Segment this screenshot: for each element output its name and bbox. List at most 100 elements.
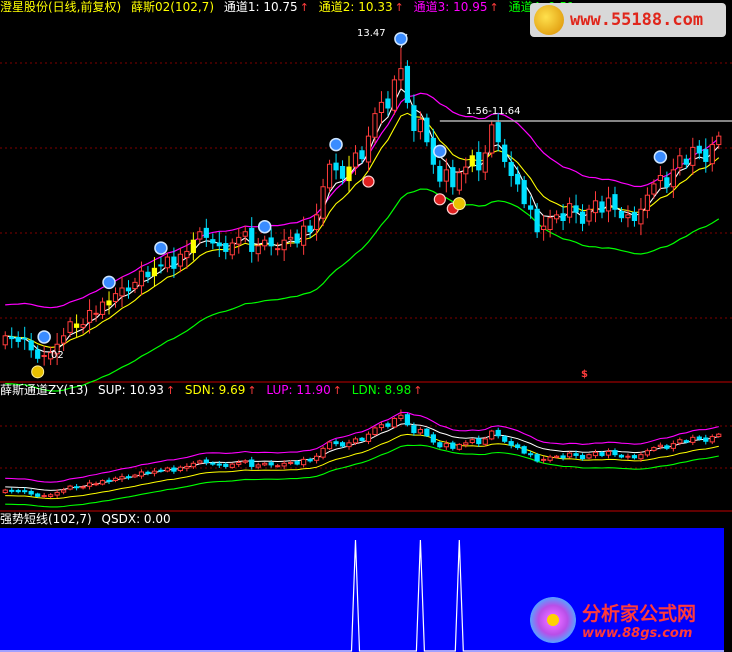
price-candle-body bbox=[534, 208, 540, 233]
channel3-line bbox=[5, 92, 720, 309]
indicator-candle-body bbox=[450, 442, 456, 449]
price-candle-body bbox=[294, 233, 300, 244]
indicator-candle-body bbox=[197, 460, 203, 464]
indicator-candle-body bbox=[521, 446, 527, 454]
indicator-candle-body bbox=[184, 465, 190, 469]
price-candle-body bbox=[579, 211, 586, 224]
price-candle-body bbox=[184, 250, 190, 259]
price-candle-body bbox=[417, 118, 423, 133]
price-candle-body bbox=[476, 151, 482, 171]
indicator-candle-body bbox=[339, 442, 346, 447]
qsdx-panel-name: 强势短线(102,7) bbox=[0, 512, 92, 526]
price-candle-body bbox=[378, 101, 385, 113]
price-candle-body bbox=[404, 65, 411, 103]
buy-signal-ball-icon bbox=[257, 219, 272, 234]
price-candle-body bbox=[171, 256, 177, 269]
indicator-candle-body bbox=[566, 452, 573, 458]
coin-logo-icon bbox=[534, 5, 564, 35]
indicator-candle-body bbox=[326, 441, 333, 450]
indicator-candle-body bbox=[716, 433, 722, 438]
indicator-candle-body bbox=[476, 438, 482, 445]
price-candle-body bbox=[145, 271, 151, 278]
money-bag-icon bbox=[31, 365, 45, 379]
indicator-candle-body bbox=[2, 489, 8, 494]
indicator-candle-body bbox=[657, 444, 663, 448]
price-candle-body bbox=[262, 239, 268, 247]
indicator-candle-body bbox=[112, 477, 119, 481]
price-candle-body bbox=[521, 180, 527, 205]
indicator-candle-body bbox=[294, 461, 300, 465]
price-candle-body bbox=[508, 162, 514, 176]
indicator-candle-body bbox=[54, 491, 60, 496]
indicator-candle-body bbox=[618, 454, 625, 458]
indicator-candle-body bbox=[644, 450, 651, 456]
indicator-candle-body bbox=[677, 439, 683, 444]
indicator-candle-body bbox=[625, 455, 631, 458]
price-candle-body bbox=[281, 239, 287, 251]
indicator-candle-body bbox=[599, 452, 605, 456]
price-candle-body bbox=[268, 237, 274, 247]
price-candle-body bbox=[275, 248, 281, 251]
indicator-candle-body bbox=[430, 434, 436, 443]
indicator-candle-body bbox=[171, 467, 177, 472]
price-candle-body bbox=[709, 144, 715, 165]
indicator-header: 薛斯通道ZY(13) SUP: 10.93 ↑ SDN: 9.69 ↑ LUP: 1… bbox=[0, 383, 428, 398]
price-candle-body bbox=[450, 167, 456, 188]
price-candle-body bbox=[657, 175, 663, 182]
price-candle-body bbox=[223, 243, 229, 252]
price-candle-body bbox=[716, 135, 722, 146]
price-candle-body bbox=[683, 158, 689, 165]
price-candle-body bbox=[93, 312, 99, 315]
indicator-candle-body bbox=[398, 414, 404, 419]
price-candle-body bbox=[547, 217, 553, 230]
buy-signal-ball-icon bbox=[433, 144, 447, 159]
indicator-candle-body bbox=[515, 444, 521, 449]
channel2-arrow: ↑ bbox=[394, 1, 404, 14]
indicator-candle-body bbox=[502, 436, 508, 442]
lup-arrow: ↑ bbox=[332, 384, 342, 397]
price-candle-body bbox=[515, 173, 521, 185]
indicator-candle-body bbox=[463, 442, 469, 446]
indicator-candle-body bbox=[605, 451, 612, 456]
price-candle-body bbox=[566, 203, 573, 218]
price-candle-body bbox=[313, 214, 320, 230]
price-candle-body bbox=[424, 117, 430, 143]
indicator-candle-body bbox=[385, 423, 391, 427]
indicator-candle-body bbox=[177, 466, 183, 472]
channel1-line bbox=[5, 87, 720, 353]
sup-line bbox=[5, 422, 719, 491]
indicator-candle-body bbox=[210, 462, 216, 465]
indicator-candle-body bbox=[352, 438, 359, 444]
indicator-candle-body bbox=[365, 433, 372, 442]
qsdx-value: QSDX: 0.00 bbox=[101, 512, 171, 526]
sell-signal-ball-icon bbox=[433, 193, 446, 206]
ldn-value: LDN: 8.98 bbox=[351, 383, 412, 397]
buy-signal-ball-icon bbox=[394, 32, 408, 46]
price-candle-body bbox=[125, 287, 132, 292]
indicator-candle-body bbox=[61, 489, 67, 493]
price-candle-body bbox=[612, 194, 618, 210]
watermark-site: www.88gs.com bbox=[582, 626, 693, 641]
price-candle-body bbox=[22, 337, 28, 340]
price-candle-body bbox=[210, 239, 216, 244]
price-candle-body bbox=[158, 264, 164, 267]
indicator-name: 薛斯02(102,7) bbox=[131, 0, 215, 14]
price-candle-body bbox=[99, 301, 106, 315]
price-candle-body bbox=[288, 236, 294, 240]
indicator-candle-body bbox=[268, 462, 274, 466]
indicator-panel bbox=[2, 409, 722, 508]
price-header: 澄星股份(日线,前复权) 薛斯02(102,7) 通道1: 10.75 ↑ 通道2… bbox=[0, 0, 592, 15]
price-candle-body bbox=[553, 214, 560, 220]
indicator-candle-body bbox=[216, 463, 222, 466]
price-candle-body bbox=[456, 172, 462, 191]
indicator-candle-body bbox=[275, 465, 281, 468]
indicator-candle-body bbox=[443, 443, 449, 448]
price-candle-body bbox=[352, 152, 359, 168]
range-label: 1.56-11.64 bbox=[466, 106, 521, 117]
price-panel bbox=[2, 32, 732, 392]
price-candle-body bbox=[236, 236, 242, 245]
price-candle-body bbox=[573, 205, 579, 213]
price-candle-body bbox=[625, 214, 631, 219]
indicator-candle-body bbox=[223, 463, 229, 467]
indicator-candle-body bbox=[651, 447, 657, 451]
